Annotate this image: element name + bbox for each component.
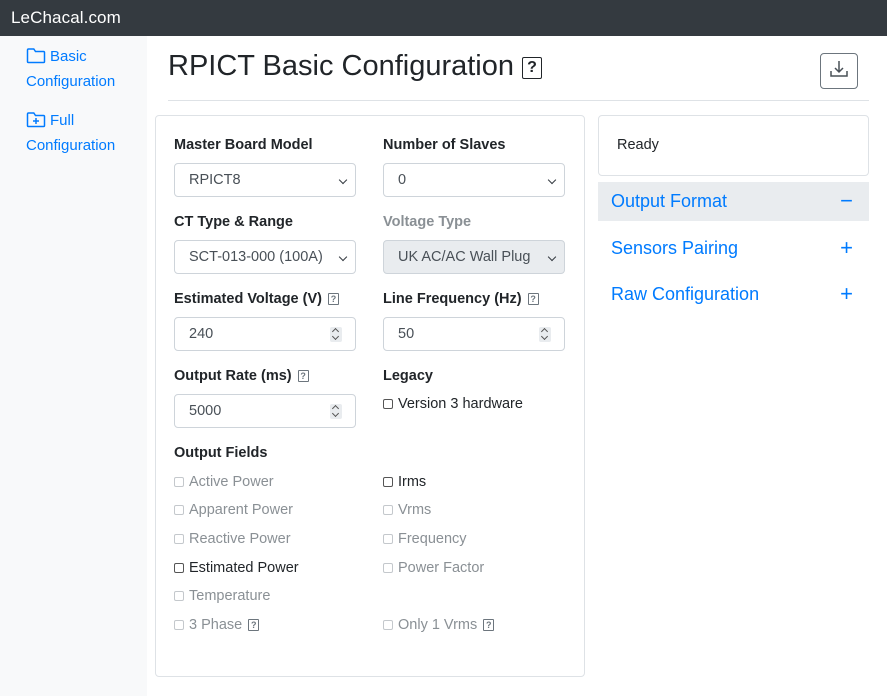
download-icon (829, 59, 849, 84)
download-button[interactable] (820, 53, 858, 89)
legacy-v3-checkbox[interactable]: Version 3 hardware (383, 395, 523, 413)
help-icon[interactable]: ? (327, 293, 339, 305)
number-spinner[interactable] (539, 327, 551, 342)
sidebar-item-full-configuration[interactable]: Full Configuration (26, 110, 141, 157)
reactive-power-checkbox: Reactive Power (174, 530, 291, 548)
checkbox-box[interactable] (383, 399, 393, 409)
brand-link[interactable]: LeChacal.com (11, 8, 121, 28)
accordion-output-format[interactable]: Output Format − (598, 182, 869, 221)
number-spinner[interactable] (330, 404, 342, 419)
output-fields-label: Output Fields (174, 445, 268, 461)
estimated-voltage-input[interactable]: 240 (174, 317, 356, 351)
output-rate-input[interactable]: 5000 (174, 394, 356, 428)
ct-type-select[interactable]: SCT-013-000 (100A) (174, 240, 356, 274)
accordion-raw-configuration[interactable]: Raw Configuration + (598, 275, 869, 314)
sidebar-item-basic-configuration[interactable]: Basic Configuration (26, 46, 141, 93)
line-frequency-input[interactable]: 50 (383, 317, 565, 351)
title-divider (168, 100, 869, 101)
config-form-card: Master Board Model RPICT8 Number of Slav… (155, 115, 585, 677)
only-1-vrms-checkbox: Only 1 Vrms? (383, 616, 495, 634)
help-icon[interactable]: ? (522, 57, 543, 79)
master-board-select[interactable]: RPICT8 (174, 163, 356, 197)
active-power-checkbox: Active Power (174, 473, 274, 491)
voltage-type-label: Voltage Type (383, 214, 472, 230)
chevron-down-icon (338, 175, 348, 185)
legacy-label: Legacy (383, 368, 433, 384)
output-rate-label: Output Rate (ms)? (174, 368, 309, 384)
line-frequency-label: Line Frequency (Hz)? (383, 291, 539, 307)
number-spinner[interactable] (330, 327, 342, 342)
num-slaves-label: Number of Slaves (383, 137, 506, 153)
num-slaves-select[interactable]: 0 (383, 163, 565, 197)
irms-checkbox[interactable]: Irms (383, 473, 426, 491)
help-icon[interactable]: ? (483, 619, 495, 631)
chevron-down-icon (547, 252, 557, 262)
help-icon[interactable]: ? (297, 370, 309, 382)
power-factor-checkbox: Power Factor (383, 559, 484, 577)
ct-type-label: CT Type & Range (174, 214, 293, 230)
status-text: Ready (617, 137, 659, 153)
sidebar: Basic Configuration Full Configuration (0, 36, 147, 696)
chevron-down-icon (547, 175, 557, 185)
estimated-voltage-label: Estimated Voltage (V)? (174, 291, 339, 307)
help-icon[interactable]: ? (248, 619, 260, 631)
voltage-type-select: UK AC/AC Wall Plug (383, 240, 565, 274)
status-panel: Ready (598, 115, 869, 176)
three-phase-checkbox: 3 Phase? (174, 616, 260, 634)
temperature-checkbox: Temperature (174, 587, 270, 605)
frequency-checkbox: Frequency (383, 530, 467, 548)
folder-plus-icon (26, 111, 46, 135)
estimated-power-checkbox[interactable]: Estimated Power (174, 559, 299, 577)
apparent-power-checkbox: Apparent Power (174, 501, 293, 519)
expand-icon: + (840, 235, 853, 260)
accordion-sensors-pairing[interactable]: Sensors Pairing + (598, 229, 869, 268)
expand-icon: + (840, 281, 853, 306)
page-title: RPICT Basic Configuration? (168, 50, 543, 83)
folder-icon (26, 47, 46, 71)
help-icon[interactable]: ? (527, 293, 539, 305)
master-board-label: Master Board Model (174, 137, 313, 153)
chevron-down-icon (338, 252, 348, 262)
collapse-icon: − (840, 188, 853, 213)
top-navbar: LeChacal.com (0, 0, 887, 36)
vrms-checkbox: Vrms (383, 501, 431, 519)
